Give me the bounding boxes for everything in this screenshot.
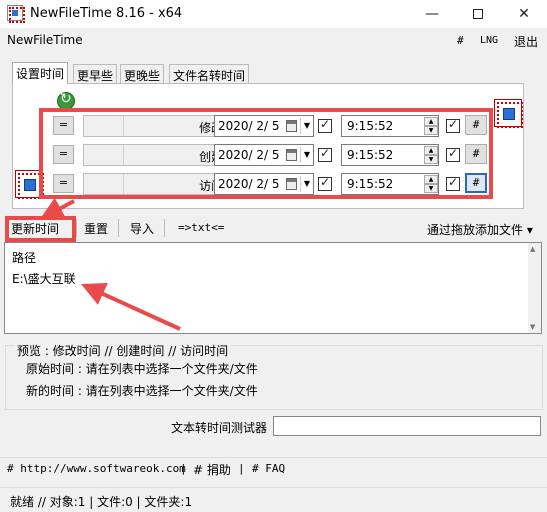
menu-bar: NewFileTime # LNG 退出 [0,28,547,52]
toolbar: 更新时间 重置 导入 =>txt<= 通过拖放添加文件 ▾ [0,217,547,241]
highlight-update-button [5,216,76,242]
footer-separator: | [238,462,245,475]
preview-heading: 预览 : 修改时间 // 创建时间 // 访问时间 [14,342,232,359]
tab-set-time[interactable]: 设置时间 [12,62,69,84]
status-text: 就绪 // 对象:1 | 文件:0 | 文件夹:1 [10,495,193,509]
add-by-drag-dropdown[interactable]: 通过拖放添加文件 ▾ [427,221,533,238]
app-icon [7,5,25,23]
faq-link[interactable]: # FAQ [252,462,285,475]
tab-later[interactable]: 更晚些 [120,64,165,83]
file-list[interactable]: 路径 E:\盛大互联 ▲ ▼ [4,242,542,334]
donate-link[interactable]: # 捐助 [193,461,231,478]
preview-new: 新的时间 : 请在列表中选择一个文件夹/文件 [26,384,258,398]
scroll-down-icon[interactable]: ▼ [530,323,535,331]
tab-earlier[interactable]: 更早些 [73,64,118,83]
website-link[interactable]: # http://www.softwareok.com [7,462,186,475]
menu-language[interactable]: LNG [480,35,498,46]
menu-hash[interactable]: # [457,34,464,47]
toolbar-separator [76,219,77,237]
highlight-time-rows [39,108,493,199]
title-bar: NewFileTime 8.16 - x64 — ✕ [0,0,547,28]
import-button[interactable]: 导入 [130,220,154,237]
reset-button[interactable]: 重置 [84,220,108,237]
preview-original: 原始时间 : 请在列表中选择一个文件夹/文件 [26,362,258,376]
menu-app-name[interactable]: NewFileTime [7,33,83,47]
list-header-path[interactable]: 路径 [12,249,36,266]
toolbar-separator [118,219,119,237]
text-to-time-tester-input[interactable] [273,416,541,436]
close-button[interactable]: ✕ [501,0,547,28]
text-to-time-tester-label: 文本转时间测试器 [171,421,268,435]
list-scrollbar[interactable]: ▲ ▼ [528,243,541,333]
maximize-icon [473,9,483,19]
tab-filename-to-time[interactable]: 文件名转时间 [169,64,250,83]
time-source-icon-right[interactable] [494,99,523,128]
maximize-button[interactable] [455,0,501,28]
menu-exit[interactable]: 退出 [514,33,538,50]
footer-separator: | [180,462,187,475]
minimize-button[interactable]: — [409,0,455,28]
status-bar: 就绪 // 对象:1 | 文件:0 | 文件夹:1 [0,487,547,512]
export-txt-button[interactable]: =>txt<= [178,221,224,234]
list-item[interactable]: E:\盛大互联 [12,270,76,287]
footer-links: # http://www.softwareok.com | # 捐助 | # F… [0,457,547,479]
preview-group: 预览 : 修改时间 // 创建时间 // 访问时间 原始时间 : 请在列表中选择… [5,342,543,410]
window-title: NewFileTime 8.16 - x64 [30,6,183,21]
scroll-up-icon[interactable]: ▲ [530,245,535,253]
toolbar-separator [164,219,165,237]
